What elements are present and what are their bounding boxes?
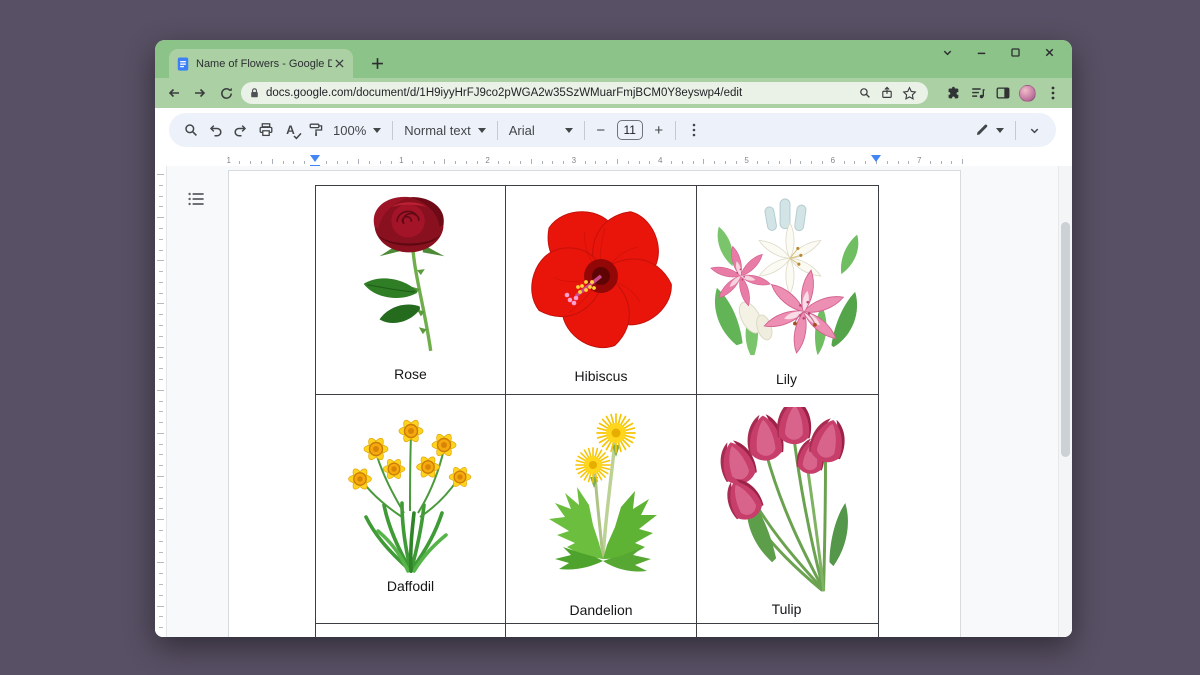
font-size-decrease-button[interactable]: − — [591, 122, 611, 139]
forward-icon[interactable] — [187, 81, 213, 105]
table-cell-lily[interactable]: Lily — [697, 186, 876, 394]
back-icon[interactable] — [161, 81, 187, 105]
browser-titlebar: Name of Flowers - Google Docs — [155, 40, 1072, 78]
window-chevron-down-icon[interactable] — [930, 42, 964, 62]
outline-list-icon — [188, 192, 204, 206]
flower-label: Rose — [316, 366, 505, 382]
table-cell-dandelion[interactable]: Dandelion — [506, 395, 697, 623]
font-size-increase-button[interactable]: + — [649, 122, 669, 139]
window-maximize-icon[interactable] — [998, 42, 1032, 62]
tulip-illustration — [707, 407, 867, 595]
hibiscus-illustration — [510, 192, 692, 362]
share-icon[interactable] — [876, 84, 898, 102]
table-cell-empty[interactable] — [316, 624, 506, 637]
google-docs-favicon — [176, 57, 190, 71]
left-indent-marker[interactable] — [310, 155, 320, 162]
side-panel-icon[interactable] — [990, 81, 1015, 105]
spellcheck-icon[interactable]: A — [278, 118, 303, 143]
flowers-table: Rose — [315, 185, 879, 637]
document-canvas: Rose — [155, 166, 1072, 637]
table-cell-daffodil[interactable]: Daffodil — [316, 395, 506, 623]
docs-search-icon[interactable] — [178, 118, 203, 143]
table-cell-tulip[interactable]: Tulip — [697, 395, 876, 623]
pencil-icon — [975, 123, 989, 137]
scrollbar-thumb[interactable] — [1061, 222, 1070, 457]
lock-icon — [249, 87, 260, 99]
flower-label: Dandelion — [506, 602, 696, 618]
dropdown-caret-icon — [373, 128, 381, 133]
browser-menu-kebab-icon[interactable] — [1040, 81, 1065, 105]
vertical-ruler — [155, 166, 167, 637]
media-controls-icon[interactable] — [965, 81, 990, 105]
url-text: docs.google.com/document/d/1H9iyyHrFJ9co… — [266, 87, 854, 99]
table-row: Rose — [316, 186, 878, 395]
lily-illustration — [707, 196, 867, 366]
window-close-icon[interactable] — [1032, 42, 1066, 62]
dropdown-caret-icon — [996, 128, 1004, 133]
window-controls — [930, 42, 1066, 62]
browser-action-icons — [940, 81, 1065, 105]
table-cell-empty[interactable] — [697, 624, 876, 637]
dropdown-caret-icon — [478, 128, 486, 133]
toolbar-separator — [584, 121, 585, 140]
hide-menus-chevron-icon[interactable] — [1022, 118, 1047, 143]
avatar-image — [1019, 85, 1036, 102]
zoom-select[interactable]: 100% — [328, 118, 386, 143]
dropdown-caret-icon — [565, 128, 573, 133]
undo-icon[interactable] — [203, 118, 228, 143]
profile-avatar[interactable] — [1015, 81, 1040, 105]
rose-illustration — [342, 194, 480, 359]
plus-icon — [371, 57, 384, 70]
docs-toolbar: A 100% Normal text Aria — [169, 113, 1056, 147]
tab-close-icon[interactable] — [332, 57, 346, 71]
reload-icon[interactable] — [213, 81, 239, 105]
paragraph-style-select[interactable]: Normal text — [399, 118, 490, 143]
flower-label: Daffodil — [316, 578, 505, 594]
horizontal-ruler: 11234567 — [155, 152, 1072, 166]
docs-header: A 100% Normal text Aria — [155, 108, 1072, 152]
toolbar-separator — [497, 121, 498, 140]
flower-label: Lily — [697, 371, 876, 387]
address-bar[interactable]: docs.google.com/document/d/1H9iyyHrFJ9co… — [241, 82, 928, 104]
right-indent-marker[interactable] — [871, 155, 881, 162]
dandelion-illustration — [515, 411, 687, 596]
toolbar-more-kebab-icon[interactable] — [682, 118, 707, 143]
browser-window: Name of Flowers - Google Docs — [155, 40, 1072, 637]
toolbar-separator — [675, 121, 676, 140]
table-cell-hibiscus[interactable]: Hibiscus — [506, 186, 697, 394]
toolbar-separator — [392, 121, 393, 140]
tab-title: Name of Flowers - Google Docs — [196, 58, 332, 70]
document-outline-button[interactable] — [183, 186, 209, 212]
browser-tab[interactable]: Name of Flowers - Google Docs — [169, 49, 353, 78]
print-icon[interactable] — [253, 118, 278, 143]
desktop-background: Name of Flowers - Google Docs — [0, 0, 1200, 675]
toolbar-separator — [1015, 121, 1016, 140]
table-cell-empty[interactable] — [506, 624, 697, 637]
vertical-scrollbar[interactable] — [1058, 166, 1072, 637]
editing-mode-select[interactable] — [970, 118, 1009, 143]
window-minimize-icon[interactable] — [964, 42, 998, 62]
redo-icon[interactable] — [228, 118, 253, 143]
new-tab-button[interactable] — [367, 53, 387, 73]
bookmark-star-icon[interactable] — [898, 84, 920, 102]
font-select[interactable]: Arial — [504, 118, 578, 143]
daffodil-illustration — [338, 413, 484, 573]
flower-label: Hibiscus — [506, 368, 696, 384]
table-row: Daffodil — [316, 395, 878, 624]
zoom-page-icon[interactable] — [854, 84, 876, 102]
extensions-puzzle-icon[interactable] — [940, 81, 965, 105]
document-page[interactable]: Rose — [228, 170, 961, 637]
paint-format-icon[interactable] — [303, 118, 328, 143]
table-row — [316, 624, 878, 637]
browser-navbar: docs.google.com/document/d/1H9iyyHrFJ9co… — [155, 78, 1072, 108]
font-size-input[interactable]: 11 — [617, 120, 643, 140]
table-cell-rose[interactable]: Rose — [316, 186, 506, 394]
flower-label: Tulip — [697, 601, 876, 617]
